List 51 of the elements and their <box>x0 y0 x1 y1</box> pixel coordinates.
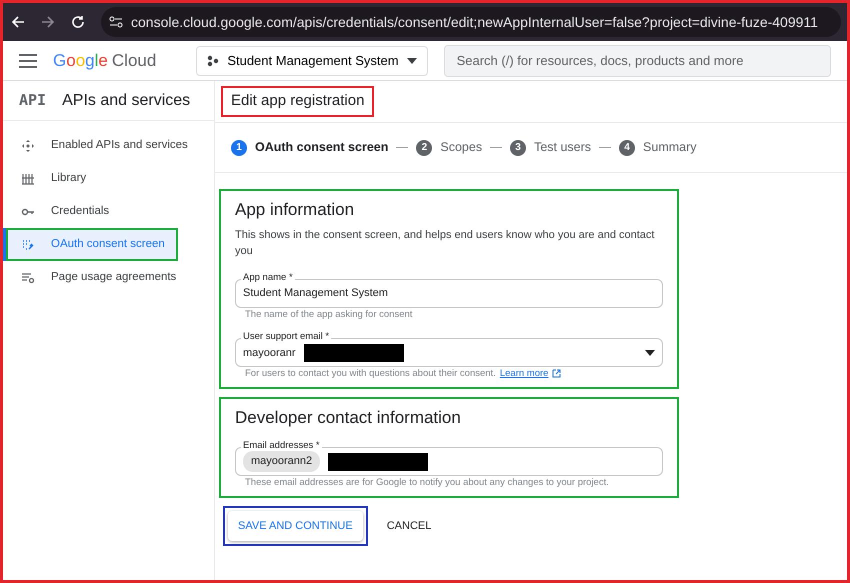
step-number: 2 <box>416 140 432 156</box>
sidebar-item[interactable]: OAuth consent screen <box>3 228 178 261</box>
section-title: App information <box>235 199 356 221</box>
email-chip[interactable]: mayoorann2 <box>243 451 320 472</box>
select-field[interactable]: User support email * mayooranr <box>235 330 663 367</box>
field-label: User support email * <box>241 330 332 343</box>
back-icon[interactable] <box>11 15 25 29</box>
field-label: Email addresses * <box>241 440 322 452</box>
save-continue-button[interactable]: SAVE AND CONTINUE <box>228 510 363 542</box>
sidebar-item[interactable]: Library <box>3 162 214 195</box>
dropdown-caret-icon <box>645 350 655 356</box>
learn-more-link[interactable]: Learn more <box>500 366 548 381</box>
api-label: API <box>19 90 46 112</box>
helper-text: The name of the app asking for consent <box>245 308 412 322</box>
sidebar-item[interactable]: Credentials <box>3 195 214 228</box>
logo-text: Cloud <box>112 50 156 72</box>
step-number: 4 <box>619 140 636 156</box>
sidebar-item[interactable]: Enabled APIs and services <box>3 129 214 162</box>
field-value: mayooranr <box>243 346 296 360</box>
logo-text: Google <box>53 50 108 72</box>
section-description: This shows in the consent screen, and helps end users know who you are and contact you <box>235 228 656 258</box>
site-settings-icon[interactable] <box>109 16 123 28</box>
helper-text: These email addresses are for Google to notify you about any changes to your project. <box>245 476 609 490</box>
caret-icon <box>406 58 417 64</box>
step-label[interactable]: Test users <box>534 138 592 157</box>
library-icon <box>21 172 35 186</box>
sidebar-title: APIs and services <box>62 90 190 110</box>
step-label[interactable]: Summary <box>643 138 697 157</box>
search-field[interactable]: Search (/) for resources, docs, products and more <box>444 44 831 76</box>
field-value: Student Management System <box>243 286 388 302</box>
step-number: 1 <box>231 140 247 156</box>
input-field[interactable]: Email addresses * mayoorann2 <box>235 438 663 476</box>
field-label: App name * <box>241 272 295 284</box>
input-field[interactable]: App name * Student Management System <box>235 270 663 308</box>
move-icon <box>21 138 35 152</box>
list-settings-icon <box>21 270 35 284</box>
project-picker[interactable]: Student Management System <box>196 46 428 76</box>
dotted-grid-icon <box>21 238 35 252</box>
section-title: Developer contact information <box>235 407 462 429</box>
step-label[interactable]: Scopes <box>440 138 482 157</box>
page-title: Edit app registration <box>223 88 372 115</box>
helper-text: For users to contact you with questions about their consent. <box>245 366 496 381</box>
external-link-icon[interactable] <box>552 369 562 378</box>
menu-icon[interactable] <box>19 54 37 68</box>
cancel-button[interactable]: CANCEL <box>376 510 442 542</box>
reload-icon[interactable] <box>71 15 85 29</box>
sidebar-item[interactable]: Page usage agreements <box>3 261 214 294</box>
forward-icon[interactable] <box>41 15 55 29</box>
step-number: 3 <box>510 140 526 156</box>
step-label[interactable]: OAuth consent screen <box>255 138 388 157</box>
project-icon <box>207 54 220 66</box>
